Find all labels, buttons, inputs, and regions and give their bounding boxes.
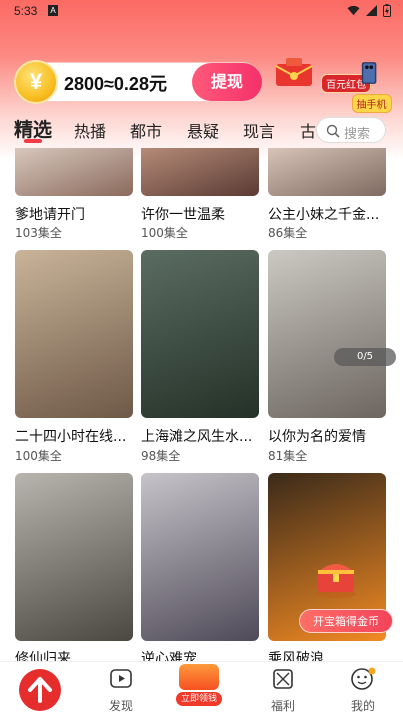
nav-discover[interactable]: 发现 [101, 667, 141, 714]
nav-claim-money[interactable]: 立即领钱 [176, 664, 222, 706]
pager-badge[interactable]: 0/5 [334, 348, 396, 366]
tab-featured[interactable]: 精选 [14, 115, 52, 142]
search-icon [326, 124, 340, 138]
nav-welfare-label: 福利 [270, 699, 295, 713]
nav-welfare[interactable]: 福利 [263, 667, 303, 714]
status-icons [347, 4, 391, 17]
money-bag-icon [179, 664, 219, 690]
drama-title[interactable]: 许你一世温柔 [141, 204, 259, 224]
phone-prize-icon [361, 62, 376, 84]
episode-count: 100集全 [15, 449, 62, 463]
status-time: 5:33 [14, 4, 38, 18]
category-tabs: 精选 热播 都市 悬疑 现言 古 [0, 112, 320, 148]
drama-poster[interactable] [268, 148, 386, 196]
drama-title[interactable]: 二十四小时在线... [15, 426, 133, 446]
arrow-up-icon [28, 677, 52, 703]
episode-count: 103集全 [15, 226, 62, 240]
episode-count: 98集全 [141, 449, 181, 463]
drama-poster[interactable] [141, 148, 259, 196]
phone-prize-promo[interactable]: 抽手机 [340, 58, 403, 113]
back-to-top-button[interactable] [19, 669, 61, 711]
open-treasure-button[interactable]: 开宝箱得金币 [299, 609, 393, 633]
drama-title[interactable]: 爹地请开门 [15, 204, 133, 224]
drama-title[interactable]: 以你为名的爱情 [268, 426, 386, 446]
drama-poster[interactable] [15, 148, 133, 196]
nav-claim-money-label: 立即领钱 [176, 692, 222, 706]
gift-box-icon [273, 669, 293, 689]
drama-poster[interactable] [268, 250, 386, 418]
tab-urban[interactable]: 都市 [130, 118, 162, 142]
episode-count: 86集全 [268, 226, 308, 240]
drama-poster[interactable] [141, 250, 259, 418]
episode-count: 81集全 [268, 449, 308, 463]
tab-modern-romance[interactable]: 现言 [243, 118, 275, 142]
coin-icon: ¥ [14, 60, 58, 104]
search-input[interactable]: 搜索 [316, 117, 386, 143]
wifi-icon [347, 5, 360, 16]
play-icon [110, 669, 132, 688]
coin-balance-text: 2800≈0.28元 [64, 74, 167, 94]
red-envelope-icon [275, 58, 313, 86]
drama-poster[interactable] [141, 473, 259, 641]
withdraw-button[interactable]: 提现 [192, 63, 262, 101]
treasure-chest-icon[interactable] [312, 552, 360, 600]
battery-icon [383, 4, 391, 17]
nav-discover-label: 发现 [108, 699, 133, 713]
search-placeholder: 搜索 [344, 127, 371, 142]
tab-suspense[interactable]: 悬疑 [187, 118, 219, 142]
drama-poster[interactable] [15, 250, 133, 418]
status-notification-icon: A [48, 5, 58, 16]
drama-title[interactable]: 上海滩之风生水... [141, 426, 259, 446]
nav-mine-label: 我的 [350, 699, 375, 713]
tab-ancient[interactable]: 古 [300, 118, 316, 142]
nav-mine[interactable]: 我的 [343, 667, 383, 714]
drama-poster[interactable] [15, 473, 133, 641]
drama-title[interactable]: 公主小妹之千金... [268, 204, 386, 224]
profile-face-icon [351, 667, 376, 690]
episode-count: 100集全 [141, 226, 188, 240]
status-bar: 5:33 A [0, 0, 403, 24]
phone-prize-label: 抽手机 [351, 94, 392, 113]
signal-icon [366, 5, 377, 16]
active-tab-indicator [24, 139, 42, 143]
tab-hot[interactable]: 热播 [74, 118, 106, 142]
